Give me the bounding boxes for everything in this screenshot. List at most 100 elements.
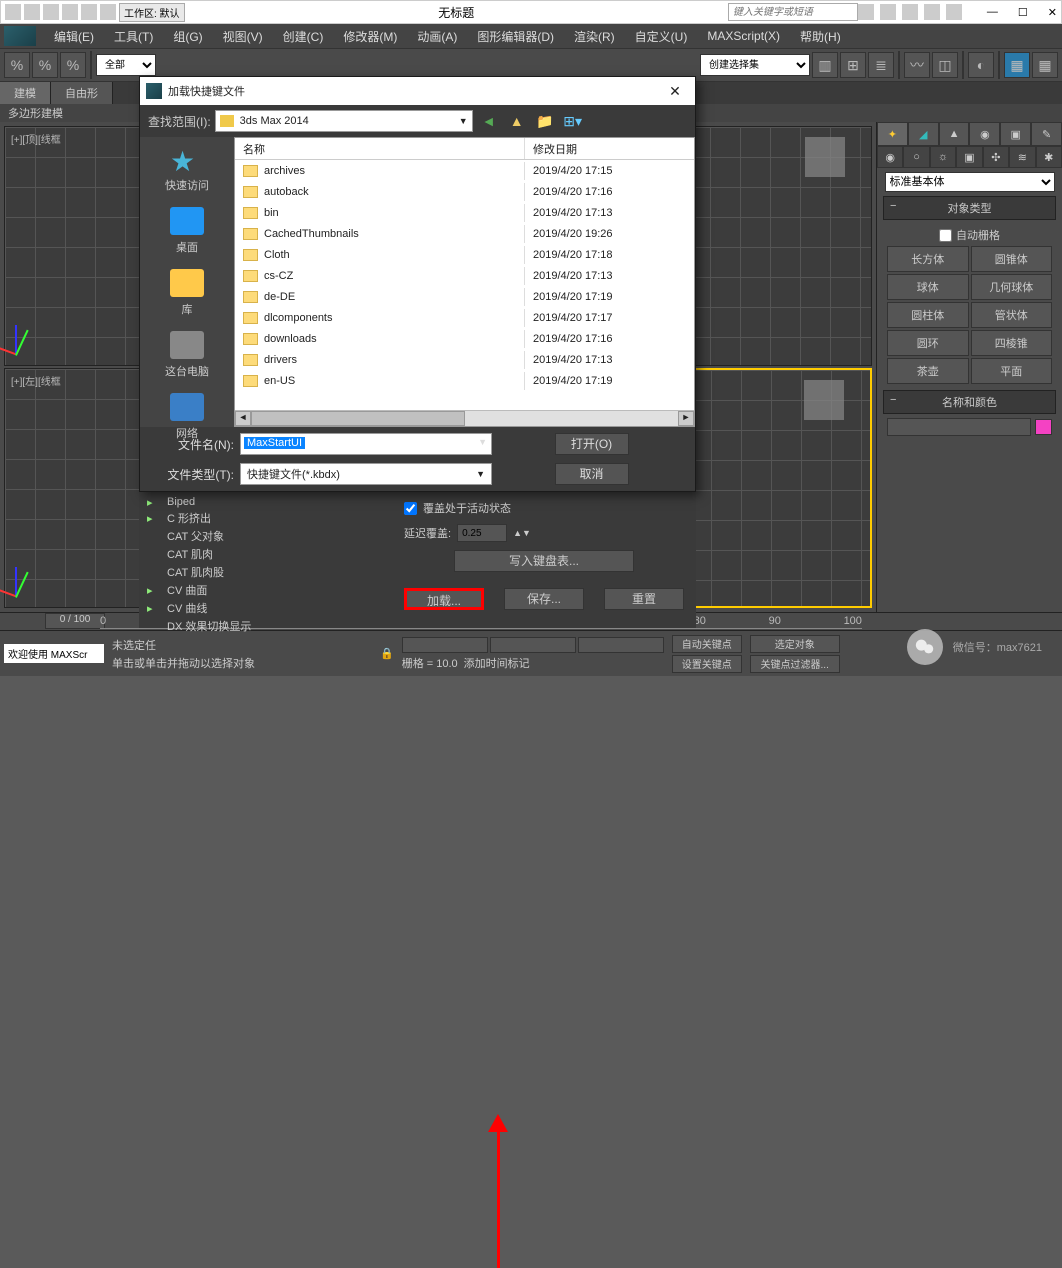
render-icon[interactable]: ▦ <box>1032 52 1058 78</box>
places-desktop[interactable]: 桌面 <box>170 207 204 255</box>
maximize-button[interactable]: ☐ <box>1018 6 1028 19</box>
save-icon[interactable] <box>62 4 78 20</box>
layer-icon[interactable]: ≣ <box>868 52 894 78</box>
menu-edit[interactable]: 编辑(E) <box>44 25 104 48</box>
file-row[interactable]: cs-CZ2019/4/20 17:13 <box>235 265 694 286</box>
redo-icon[interactable] <box>100 4 116 20</box>
schematic-icon[interactable]: ◫ <box>932 52 958 78</box>
utilities-tab-icon[interactable]: ✎ <box>1031 122 1062 146</box>
modify-tab-icon[interactable]: ◢ <box>908 122 939 146</box>
obj-cylinder[interactable]: 圆柱体 <box>887 302 969 328</box>
curve-editor-icon[interactable]: 〰 <box>904 52 930 78</box>
motion-tab-icon[interactable]: ◉ <box>969 122 1000 146</box>
file-row[interactable]: dlcomponents2019/4/20 17:17 <box>235 307 694 328</box>
obj-box[interactable]: 长方体 <box>887 246 969 272</box>
helpers-icon[interactable]: ✣ <box>983 146 1009 168</box>
file-row[interactable]: bin2019/4/20 17:13 <box>235 202 694 223</box>
object-name-input[interactable] <box>887 418 1031 436</box>
obj-pyramid[interactable]: 四棱锥 <box>971 330 1053 356</box>
view-menu-icon[interactable]: ⊞▾ <box>563 111 583 131</box>
file-row[interactable]: de-DE2019/4/20 17:19 <box>235 286 694 307</box>
up-icon[interactable]: ▲ <box>507 111 527 131</box>
dialog-titlebar[interactable]: 加载快捷键文件 ✕ <box>140 77 695 105</box>
open-icon[interactable] <box>43 4 59 20</box>
places-library[interactable]: 库 <box>170 269 204 317</box>
lights-icon[interactable]: ☼ <box>930 146 956 168</box>
app-menu-icon[interactable] <box>5 4 21 20</box>
close-button[interactable]: ✕ <box>1048 6 1057 19</box>
places-this-pc[interactable]: 这台电脑 <box>165 331 209 379</box>
systems-icon[interactable]: ✱ <box>1036 146 1062 168</box>
mirror-icon[interactable]: ▥ <box>812 52 838 78</box>
file-row[interactable]: Cloth2019/4/20 17:18 <box>235 244 694 265</box>
lookin-combo[interactable]: 3ds Max 2014 ▼ <box>215 110 473 132</box>
time-slider-handle[interactable]: 0 / 100 <box>45 613 105 629</box>
places-network[interactable]: 网络 <box>170 393 204 441</box>
auto-grid-checkbox[interactable] <box>939 229 952 242</box>
create-tab-icon[interactable]: ✦ <box>877 122 908 146</box>
link-icon[interactable]: % <box>4 52 30 78</box>
maxscript-listener[interactable]: 欢迎使用 MAXScr <box>4 644 104 663</box>
named-selection-combo[interactable]: 创建选择集 <box>700 54 810 76</box>
signin-icon[interactable] <box>880 4 896 20</box>
file-row[interactable]: CachedThumbnails2019/4/20 19:26 <box>235 223 694 244</box>
file-row[interactable]: autoback2019/4/20 17:16 <box>235 181 694 202</box>
obj-plane[interactable]: 平面 <box>971 358 1053 384</box>
open-button[interactable]: 打开(O) <box>555 433 629 455</box>
workspace-selector[interactable]: 工作区: 默认 <box>119 3 185 22</box>
selection-filter-combo[interactable]: 全部 <box>96 54 156 76</box>
z-coord[interactable] <box>578 637 664 653</box>
y-coord[interactable] <box>490 637 576 653</box>
dialog-close-button[interactable]: ✕ <box>661 83 689 100</box>
rollout-name-color[interactable]: 名称和颜色 <box>883 390 1056 414</box>
obj-tube[interactable]: 管状体 <box>971 302 1053 328</box>
lock-icon[interactable]: 🔒 <box>380 647 394 660</box>
filename-input[interactable]: MaxStartUI ▼ <box>240 433 492 455</box>
x-coord[interactable] <box>402 637 488 653</box>
write-keyboard-button[interactable]: 写入键盘表... <box>454 550 634 572</box>
column-date[interactable]: 修改日期 <box>525 138 694 159</box>
new-folder-icon[interactable]: 📁 <box>535 111 555 131</box>
new-icon[interactable] <box>24 4 40 20</box>
scroll-left-icon[interactable]: ◄ <box>235 411 251 426</box>
places-quick-access[interactable]: ★快速访问 <box>165 145 209 193</box>
undo-icon[interactable] <box>81 4 97 20</box>
key-filters-button[interactable]: 关键点过滤器... <box>750 655 840 673</box>
help-icon[interactable] <box>946 4 962 20</box>
ribbon-tab-modeling[interactable]: 建模 <box>0 82 51 104</box>
back-icon[interactable]: ◄ <box>479 111 499 131</box>
file-row[interactable]: archives2019/4/20 17:15 <box>235 160 694 181</box>
menu-maxscript[interactable]: MAXScript(X) <box>697 26 790 46</box>
horizontal-scrollbar[interactable]: ◄ ► <box>235 410 694 426</box>
menu-create[interactable]: 创建(C) <box>273 25 334 48</box>
auto-key-button[interactable]: 自动关键点 <box>672 635 742 653</box>
selected-object-combo[interactable]: 选定对象 <box>750 635 840 653</box>
menu-animation[interactable]: 动画(A) <box>407 25 467 48</box>
obj-teapot[interactable]: 茶壶 <box>887 358 969 384</box>
obj-torus[interactable]: 圆环 <box>887 330 969 356</box>
action-list[interactable]: ▸Biped ▸C 形挤出 CAT 父对象 CAT 肌肉 CAT 肌肉股 ▸CV… <box>139 492 392 628</box>
obj-cone[interactable]: 圆锥体 <box>971 246 1053 272</box>
hierarchy-tab-icon[interactable]: ▲ <box>939 122 970 146</box>
override-active-checkbox[interactable] <box>404 502 417 515</box>
geometry-icon[interactable]: ◉ <box>877 146 903 168</box>
display-tab-icon[interactable]: ▣ <box>1000 122 1031 146</box>
ribbon-tab-freeform[interactable]: 自由形 <box>51 82 113 104</box>
menu-customize[interactable]: 自定义(U) <box>625 25 698 48</box>
file-row[interactable]: en-US2019/4/20 17:19 <box>235 370 694 391</box>
column-name[interactable]: 名称 <box>235 138 525 159</box>
add-time-tag[interactable]: 添加时间标记 <box>464 655 530 671</box>
delay-spinner[interactable] <box>457 524 507 542</box>
menu-rendering[interactable]: 渲染(R) <box>564 25 625 48</box>
file-row[interactable]: downloads2019/4/20 17:16 <box>235 328 694 349</box>
menu-view[interactable]: 视图(V) <box>213 25 273 48</box>
render-setup-icon[interactable]: ▦ <box>1004 52 1030 78</box>
filetype-combo[interactable]: 快捷键文件(*.kbdx) ▼ <box>240 463 492 485</box>
bind-icon[interactable]: % <box>60 52 86 78</box>
cancel-button[interactable]: 取消 <box>555 463 629 485</box>
menu-graph-editors[interactable]: 图形编辑器(D) <box>467 25 564 48</box>
object-color-swatch[interactable] <box>1035 419 1052 435</box>
reset-button[interactable]: 重置 <box>604 588 684 610</box>
set-key-button[interactable]: 设置关键点 <box>672 655 742 673</box>
unlink-icon[interactable]: % <box>32 52 58 78</box>
